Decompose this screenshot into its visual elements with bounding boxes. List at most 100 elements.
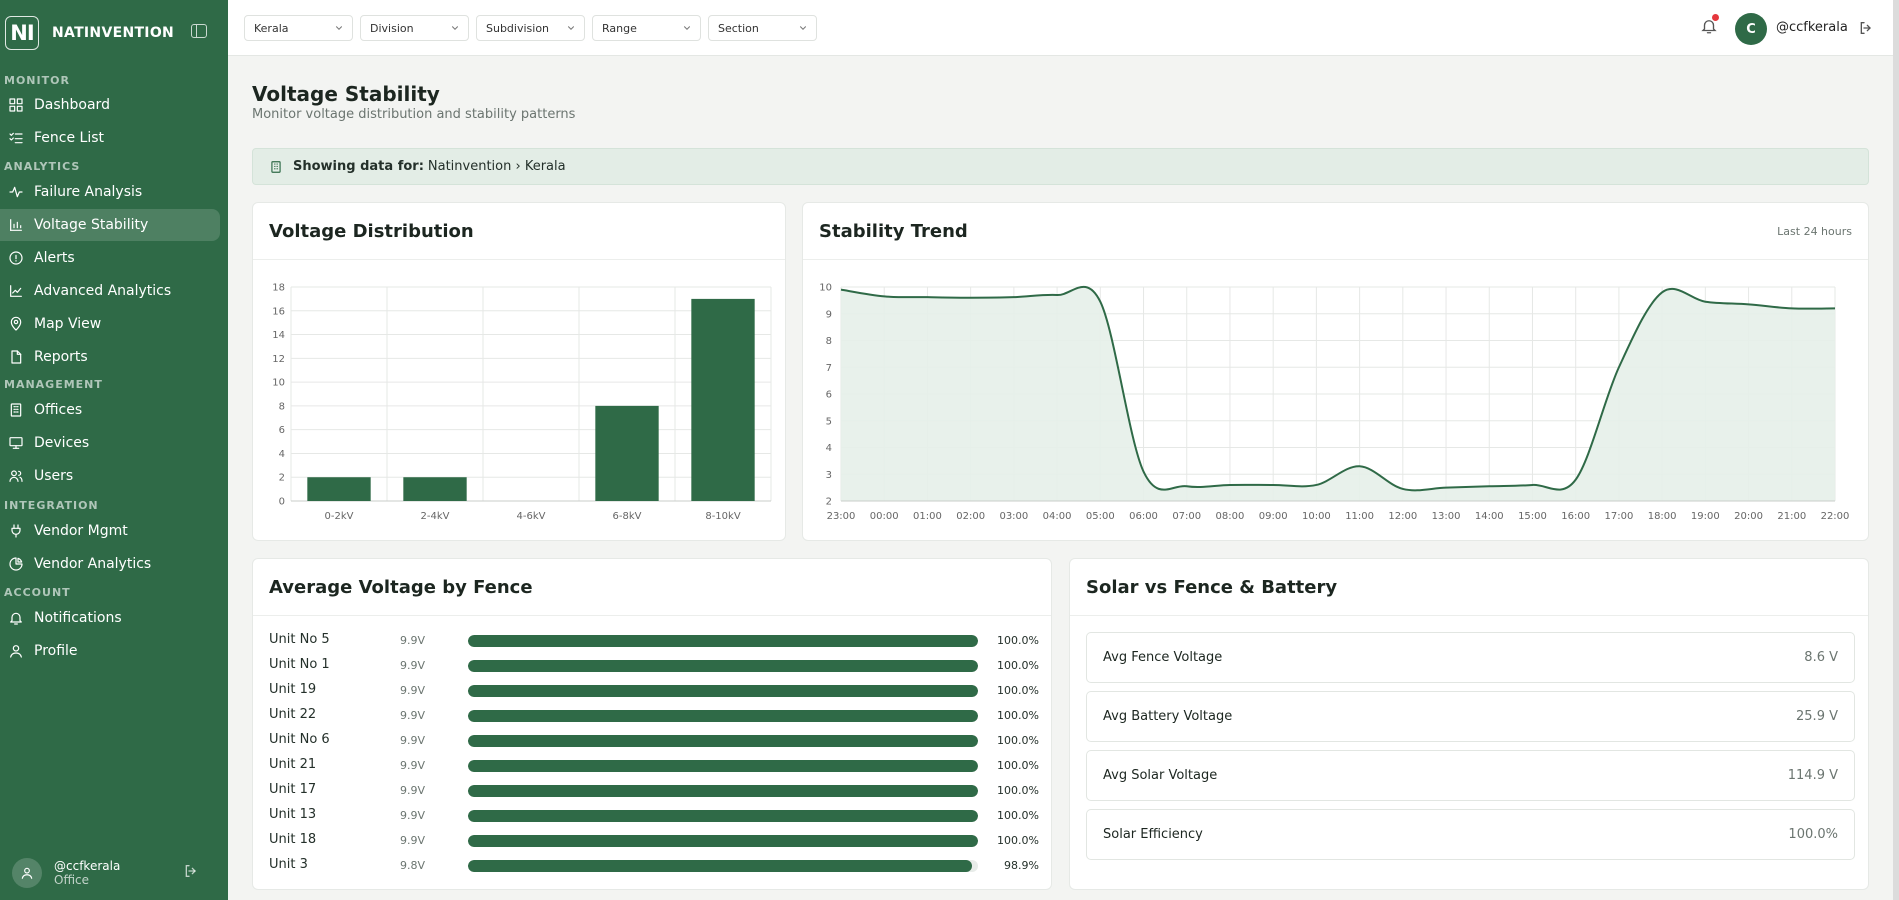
sidebar-user[interactable]: @ccfkerala Office — [12, 858, 120, 888]
section-label-integration: INTEGRATION — [4, 499, 99, 512]
x-tick-label: 21:00 — [1777, 511, 1806, 522]
banner-value: Natinvention › Kerala — [427, 159, 566, 174]
x-tick-label: 06:00 — [1129, 511, 1158, 522]
sidebar-item-label: Devices — [34, 435, 90, 451]
x-tick-label: 03:00 — [999, 511, 1028, 522]
bar-2-4kV[interactable] — [403, 477, 467, 501]
sidebar-logout-icon[interactable] — [183, 863, 199, 883]
sidebar-item-alerts[interactable]: Alerts — [0, 242, 220, 274]
chevron-down-icon — [451, 26, 459, 30]
fence-name: Unit 13 — [269, 807, 317, 822]
sidebar-item-vendor-analytics[interactable]: Vendor Analytics — [0, 548, 220, 580]
sidebar-item-label: Profile — [34, 643, 78, 659]
stat-avg-fence-voltage: Avg Fence Voltage 8.6 V — [1086, 632, 1855, 683]
x-tick-label: 23:00 — [827, 511, 856, 522]
bar-chart-icon — [10, 219, 22, 231]
fence-row[interactable]: Unit 22 9.9V 100.0% — [269, 705, 1039, 725]
fence-row[interactable]: Unit No 6 9.9V 100.0% — [269, 730, 1039, 750]
logout-icon[interactable] — [1858, 20, 1874, 40]
filter-kerala[interactable]: Kerala — [244, 15, 353, 41]
brand-logo: NI — [5, 16, 39, 50]
x-tick-label: 04:00 — [1043, 511, 1072, 522]
fence-progress-track — [468, 860, 978, 872]
y-tick-label: 8 — [826, 336, 832, 347]
sidebar-item-label: Users — [34, 468, 74, 484]
y-tick-label: 16 — [272, 306, 285, 317]
sidebar-item-label: Map View — [34, 316, 102, 332]
sidebar-item-failure-analysis[interactable]: Failure Analysis — [0, 176, 220, 208]
fence-name: Unit 18 — [269, 832, 317, 847]
fence-row[interactable]: Unit 13 9.9V 100.0% — [269, 805, 1039, 825]
filter-subdivision[interactable]: Subdivision — [476, 15, 585, 41]
sidebar-item-offices[interactable]: Offices — [0, 394, 220, 426]
filter-range[interactable]: Range — [592, 15, 701, 41]
fence-name: Unit 22 — [269, 707, 317, 722]
fence-row[interactable]: Unit 3 9.8V 98.9% — [269, 855, 1039, 875]
x-tick-label: 19:00 — [1691, 511, 1720, 522]
sidebar-item-fence-list[interactable]: Fence List — [0, 122, 220, 154]
fence-progress-track — [468, 835, 978, 847]
bar-0-2kV[interactable] — [307, 477, 371, 501]
plug-icon — [11, 524, 21, 538]
sidebar-toggle-icon[interactable] — [191, 24, 207, 38]
sidebar-item-dashboard[interactable]: Dashboard — [0, 89, 220, 121]
fence-progress-track — [468, 760, 978, 772]
x-tick-label: 10:00 — [1302, 511, 1331, 522]
notification-dot — [1712, 14, 1719, 21]
sidebar-item-advanced-analytics[interactable]: Advanced Analytics — [0, 275, 220, 307]
y-tick-label: 14 — [272, 330, 285, 341]
x-tick-label: 00:00 — [870, 511, 899, 522]
sidebar-item-profile[interactable]: Profile — [0, 635, 220, 667]
pie-chart-icon — [9, 557, 23, 571]
stat-label: Avg Battery Voltage — [1103, 709, 1233, 724]
y-tick-label: 2 — [279, 473, 285, 484]
fence-row[interactable]: Unit No 5 9.9V 100.0% — [269, 630, 1039, 650]
sidebar-item-users[interactable]: Users — [0, 460, 220, 492]
filter-value: Range — [602, 21, 637, 35]
y-tick-label: 6 — [279, 425, 285, 436]
filter-section[interactable]: Section — [708, 15, 817, 41]
sidebar-item-devices[interactable]: Devices — [0, 427, 220, 459]
scrollbar[interactable] — [1893, 0, 1899, 900]
fence-row[interactable]: Unit 21 9.9V 100.0% — [269, 755, 1039, 775]
sidebar-item-label: Dashboard — [34, 97, 110, 113]
fence-percent: 100.0% — [997, 634, 1039, 647]
filter-division[interactable]: Division — [360, 15, 469, 41]
y-tick-label: 7 — [826, 363, 832, 374]
fence-row[interactable]: Unit 17 9.9V 100.0% — [269, 780, 1039, 800]
sidebar-item-map-view[interactable]: Map View — [0, 308, 220, 340]
stat-avg-battery-voltage: Avg Battery Voltage 25.9 V — [1086, 691, 1855, 742]
sidebar-item-vendor-mgmt[interactable]: Vendor Mgmt — [0, 515, 220, 547]
fence-progress-fill — [468, 735, 978, 747]
fence-percent: 98.9% — [1004, 859, 1039, 872]
sidebar-item-voltage-stability[interactable]: Voltage Stability — [0, 209, 220, 241]
x-tick-label: 4-6kV — [517, 511, 546, 522]
fence-name: Unit 19 — [269, 682, 317, 697]
fence-row[interactable]: Unit 19 9.9V 100.0% — [269, 680, 1039, 700]
page-title: Voltage Stability — [252, 82, 440, 106]
section-label-management: MANAGEMENT — [4, 378, 103, 391]
x-tick-label: 8-10kV — [705, 511, 740, 522]
fence-progress-track — [468, 635, 978, 647]
fence-progress-track — [468, 735, 978, 747]
top-avatar[interactable]: C — [1735, 13, 1767, 45]
stat-label: Avg Fence Voltage — [1103, 650, 1223, 665]
x-tick-label: 13:00 — [1432, 511, 1461, 522]
bar-6-8kV[interactable] — [595, 405, 659, 501]
fence-progress-fill — [468, 785, 978, 797]
fence-progress-fill — [468, 685, 978, 697]
map-pin-icon — [10, 316, 22, 331]
x-tick-label: 11:00 — [1345, 511, 1374, 522]
sidebar-item-notifications[interactable]: Notifications — [0, 602, 220, 634]
fence-row[interactable]: Unit 18 9.9V 100.0% — [269, 830, 1039, 850]
sidebar-item-reports[interactable]: Reports — [0, 341, 220, 373]
y-tick-label: 12 — [272, 354, 285, 365]
voltage-distribution-title: Voltage Distribution — [253, 203, 785, 260]
x-tick-label: 12:00 — [1388, 511, 1417, 522]
stat-avg-solar-voltage: Avg Solar Voltage 114.9 V — [1086, 750, 1855, 801]
bar-8-10kV[interactable] — [691, 298, 755, 501]
fence-name: Unit No 5 — [269, 632, 330, 647]
fence-row[interactable]: Unit No 1 9.9V 100.0% — [269, 655, 1039, 675]
top-username[interactable]: @ccfkerala — [1776, 20, 1848, 35]
x-tick-label: 20:00 — [1734, 511, 1763, 522]
